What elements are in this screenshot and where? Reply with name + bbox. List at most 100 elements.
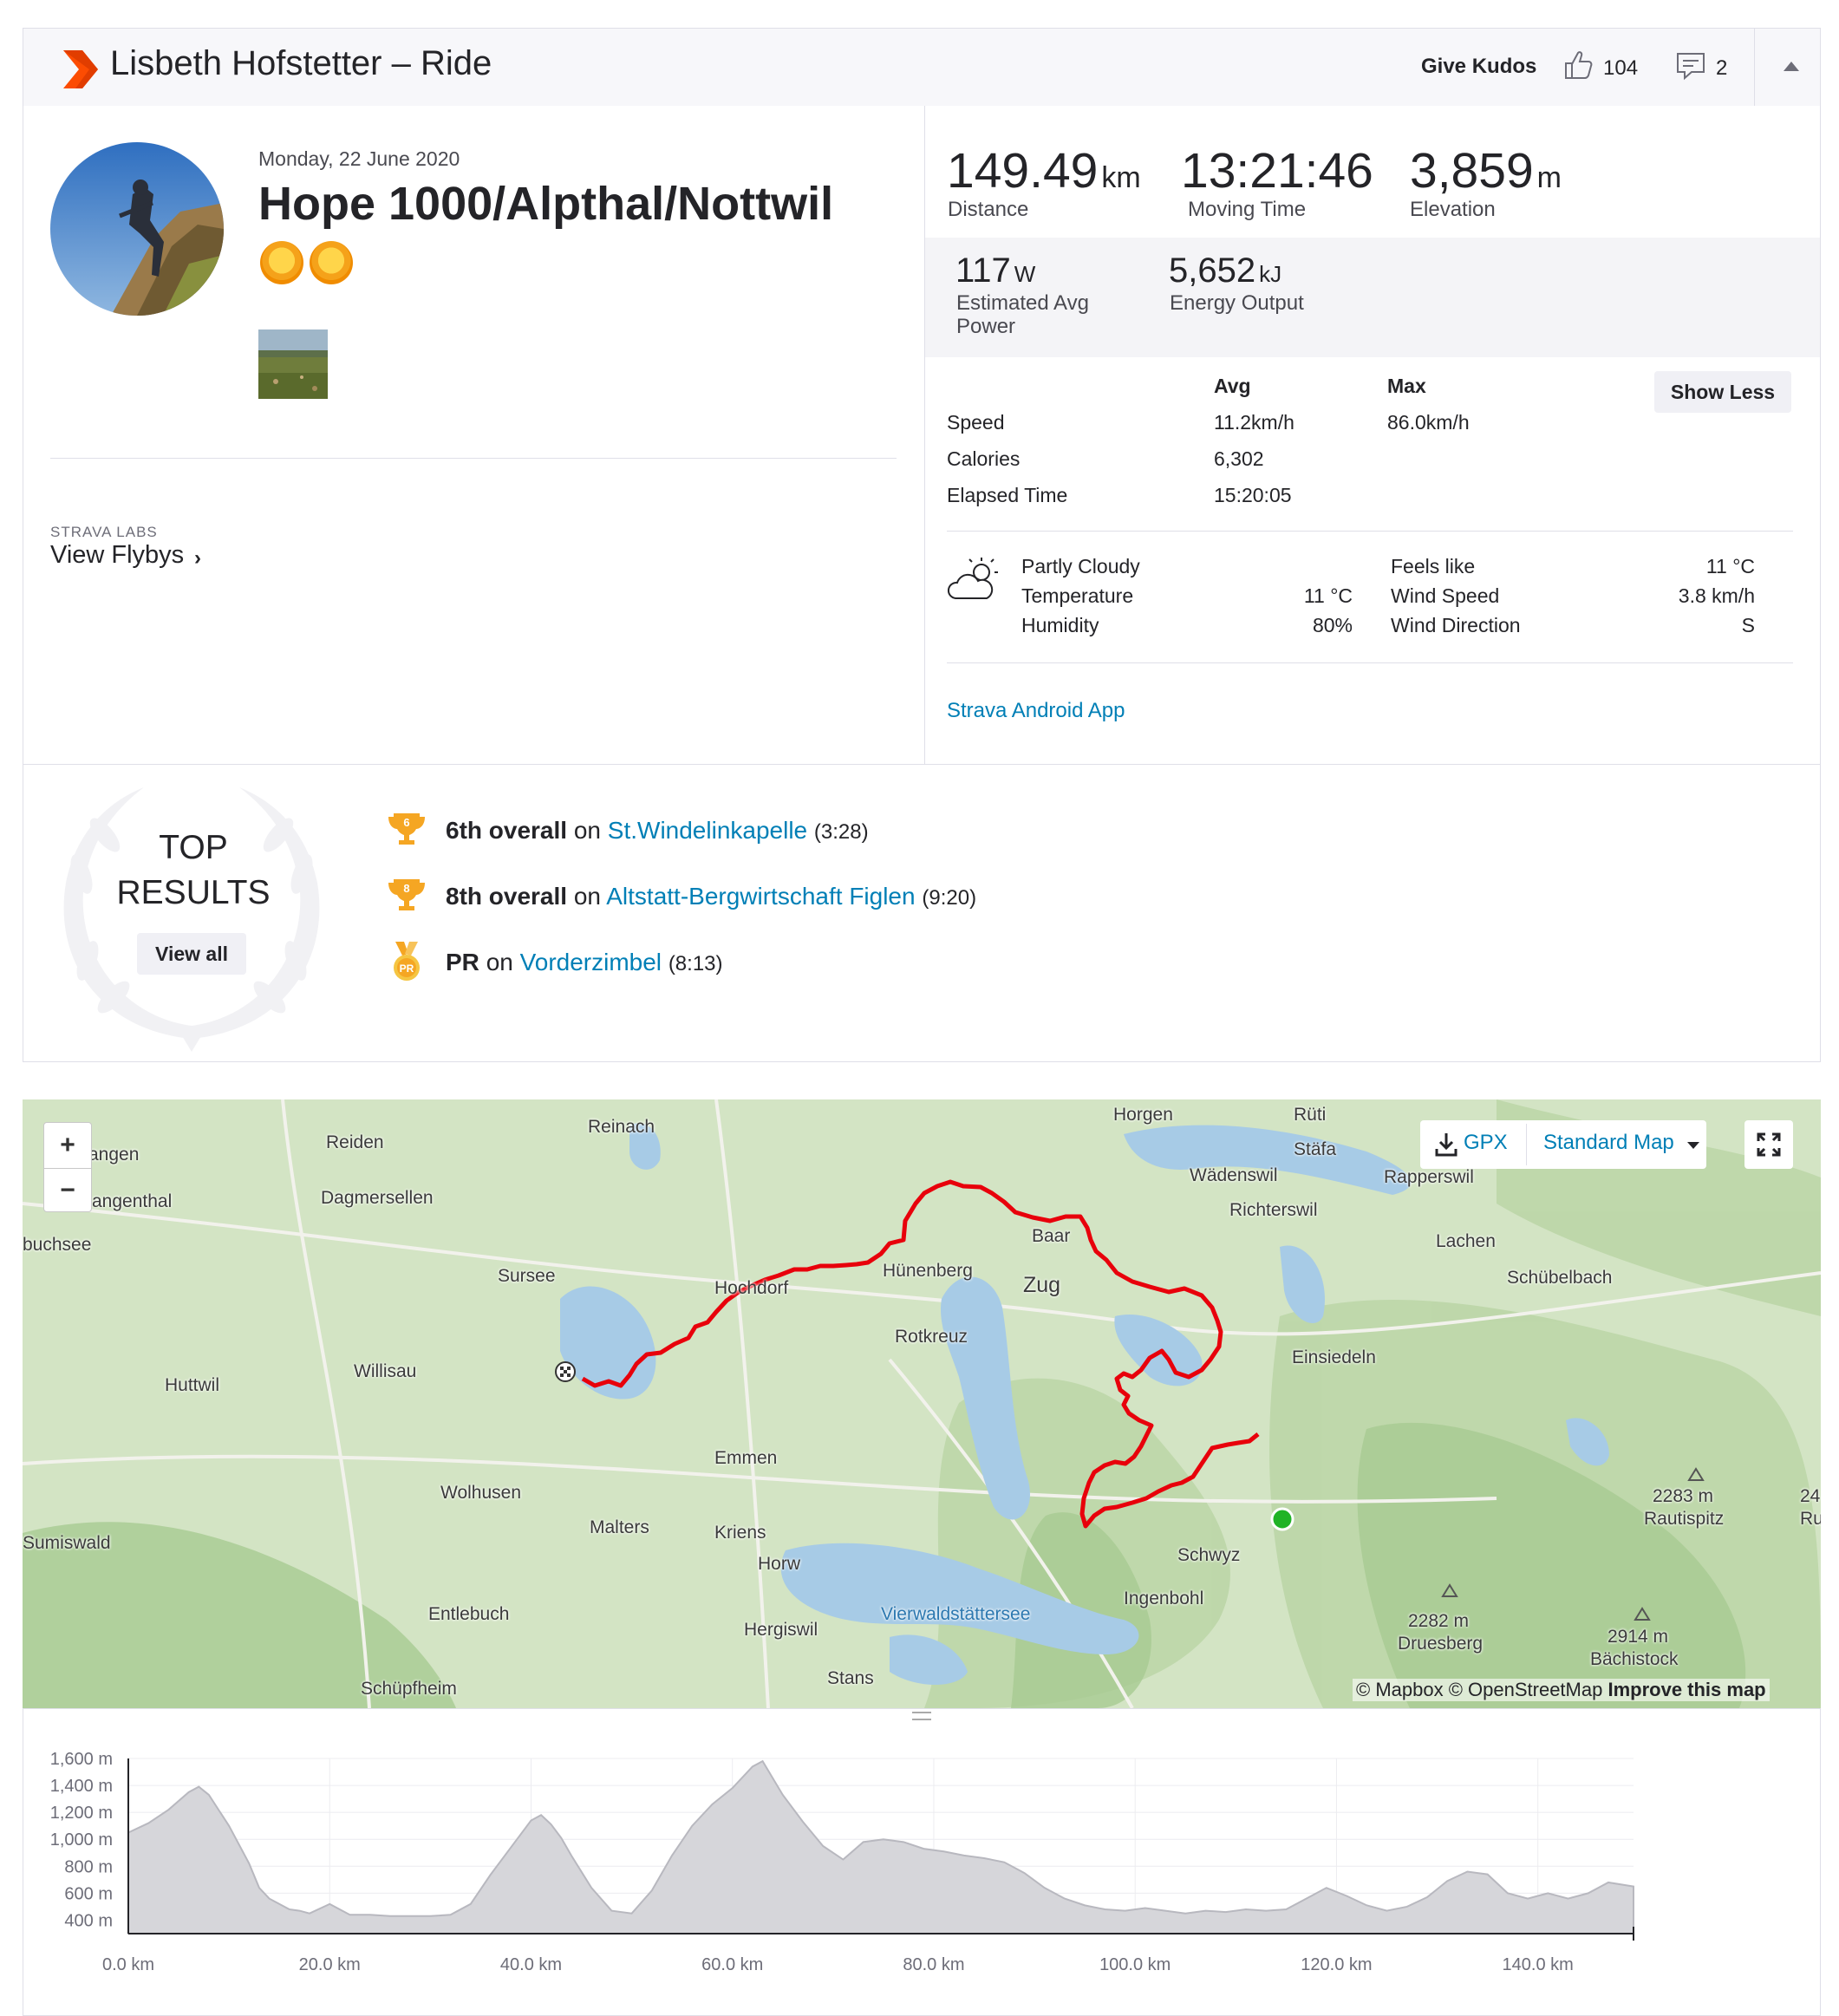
trophy-icon: 6 xyxy=(388,813,425,845)
top-results-title: TOP RESULTS xyxy=(116,829,271,911)
give-kudos-button[interactable]: Give Kudos xyxy=(1421,55,1536,79)
gpx-download-button[interactable]: GPX xyxy=(1464,1131,1508,1155)
wind-direction-value: S xyxy=(1741,614,1755,636)
result-text: PR on Vorderzimbel (8:13) xyxy=(446,949,723,975)
weather-condition: Partly Cloudy xyxy=(1021,555,1140,577)
temperature-value: 11 °C xyxy=(1303,584,1353,607)
comment-count[interactable]: 2 xyxy=(1716,56,1727,81)
resize-handle-icon[interactable] xyxy=(912,1712,931,1720)
x-tick-label: 100.0 km xyxy=(1099,1955,1171,1974)
energy-stat: 5,652 kJ xyxy=(1169,251,1282,290)
map-label: Reiden xyxy=(326,1132,384,1152)
route-map[interactable]: angen Reiden Reinach Horgen Rüti Stäfa W… xyxy=(23,1099,1821,1708)
activity-photo-thumbnail[interactable] xyxy=(258,329,328,399)
result-text: 8th overall on Altstatt-Bergwirtschaft F… xyxy=(446,883,977,910)
finish-flag-icon xyxy=(555,1361,576,1382)
map-label: Dagmersellen xyxy=(321,1188,434,1208)
activity-header: Lisbeth Hofstetter – Ride Give Kudos 104… xyxy=(23,28,1821,107)
x-tick-label: 80.0 km xyxy=(903,1955,964,1974)
speed-max: 86.0km/h xyxy=(1387,411,1470,434)
wind-direction-label: Wind Direction xyxy=(1391,614,1521,636)
map-label: Rotkreuz xyxy=(895,1327,968,1347)
improve-map-link[interactable]: Improve this map xyxy=(1607,1679,1765,1700)
fullscreen-button[interactable] xyxy=(1744,1120,1793,1169)
map-label: Ru xyxy=(1800,1509,1821,1529)
map-label: Reinach xyxy=(588,1117,655,1137)
y-tick-label: 1,000 m xyxy=(50,1830,113,1850)
thumbs-up-icon[interactable] xyxy=(1563,49,1594,81)
start-marker xyxy=(1270,1507,1294,1531)
map-label: Willisau xyxy=(354,1361,417,1381)
kudos-count[interactable]: 104 xyxy=(1603,56,1638,81)
strava-labs-label: STRAVA LABS xyxy=(50,524,158,540)
map-label: Horgen xyxy=(1113,1105,1173,1125)
elapsed-time-value: 15:20:05 xyxy=(1214,484,1292,506)
map-label: Malters xyxy=(590,1517,649,1537)
device-link[interactable]: Strava Android App xyxy=(947,699,1125,723)
segment-link[interactable]: St.Windelinkapelle xyxy=(608,817,807,844)
pr-medal-icon: PR xyxy=(394,942,420,981)
temperature-label: Temperature xyxy=(1021,584,1134,607)
download-icon[interactable] xyxy=(1434,1132,1458,1158)
x-tick-label: 60.0 km xyxy=(701,1955,763,1974)
map-label: Hochdorf xyxy=(714,1278,789,1298)
elevation-label: Elevation xyxy=(1410,198,1496,221)
map-label: Baar xyxy=(1032,1226,1071,1246)
map-label: Rautispitz xyxy=(1644,1509,1725,1529)
chevron-right-icon[interactable]: › xyxy=(194,546,201,571)
x-tick-label: 40.0 km xyxy=(500,1955,562,1974)
map-label: Hergiswil xyxy=(744,1620,818,1640)
y-tick-label: 400 m xyxy=(64,1911,113,1930)
map-label: Hünenberg xyxy=(883,1261,973,1281)
view-all-button[interactable]: View all xyxy=(137,933,246,975)
map-label: Richterswil xyxy=(1229,1200,1318,1220)
map-label: angen xyxy=(88,1145,140,1165)
elevation-chart[interactable]: 1,600 m 1,400 m 1,200 m 1,000 m 800 m 600 m 40… xyxy=(23,1726,1821,1986)
speed-avg: 11.2km/h xyxy=(1214,411,1294,434)
map-label: Sumiswald xyxy=(23,1533,111,1553)
map-label: Lachen xyxy=(1436,1231,1496,1251)
activity-date: Monday, 22 June 2020 xyxy=(258,147,460,170)
stats-panel xyxy=(924,106,1821,765)
view-flybys-link[interactable]: View Flybys xyxy=(50,541,184,570)
map-label: Vierwaldstättersee xyxy=(881,1604,1031,1624)
map-label: Huttwil xyxy=(165,1375,220,1395)
max-column-header: Max xyxy=(1387,375,1426,397)
map-label: angenthal xyxy=(92,1191,173,1211)
map-label: Schübelbach xyxy=(1507,1268,1613,1288)
collapse-caret-icon[interactable] xyxy=(1784,62,1799,71)
map-attribution: © Mapbox © OpenStreetMap Improve this ma… xyxy=(1353,1679,1770,1701)
segment-link[interactable]: Vorderzimbel xyxy=(520,949,662,975)
distance-stat: 149.49 km xyxy=(947,143,1141,199)
chevron-down-icon[interactable] xyxy=(1687,1142,1699,1149)
map-type-label[interactable]: Standard Map xyxy=(1543,1131,1674,1155)
map-label: Horw xyxy=(758,1554,801,1574)
fullscreen-icon xyxy=(1757,1132,1781,1157)
map-label: Rapperswil xyxy=(1384,1167,1474,1187)
comment-icon[interactable] xyxy=(1676,51,1705,81)
show-less-button[interactable]: Show Less xyxy=(1654,371,1791,413)
map-label: Druesberg xyxy=(1398,1634,1484,1654)
map-label: Einsiedeln xyxy=(1292,1347,1376,1367)
result-text: 6th overall on St.Windelinkapelle (3:28) xyxy=(446,817,869,844)
map-label: Schwyz xyxy=(1177,1545,1241,1565)
header-title: Lisbeth Hofstetter – Ride xyxy=(110,44,492,82)
map-label: Stäfa xyxy=(1294,1139,1337,1159)
map-label: Schüpfheim xyxy=(361,1679,457,1699)
ride-icon xyxy=(63,50,98,88)
speed-label: Speed xyxy=(947,411,1005,434)
avg-column-header: Avg xyxy=(1214,375,1251,397)
elapsed-time-label: Elapsed Time xyxy=(947,484,1068,506)
trophy-icon: 8 xyxy=(388,879,425,910)
humidity-label: Humidity xyxy=(1021,614,1099,636)
zoom-in-button[interactable]: + xyxy=(44,1123,91,1167)
activity-name: Hope 1000/Alpthal/Nottwil xyxy=(258,178,834,230)
segment-link[interactable]: Altstatt-Bergwirtschaft Figlen xyxy=(606,883,915,910)
sun-with-face-icon xyxy=(310,241,353,284)
zoom-out-button[interactable]: − xyxy=(44,1168,91,1212)
athlete-avatar[interactable] xyxy=(50,142,224,316)
x-tick-label: 20.0 km xyxy=(299,1955,361,1974)
humidity-value: 80% xyxy=(1312,614,1353,636)
map-label: buchsee xyxy=(23,1235,92,1255)
y-tick-label: 600 m xyxy=(64,1884,113,1903)
